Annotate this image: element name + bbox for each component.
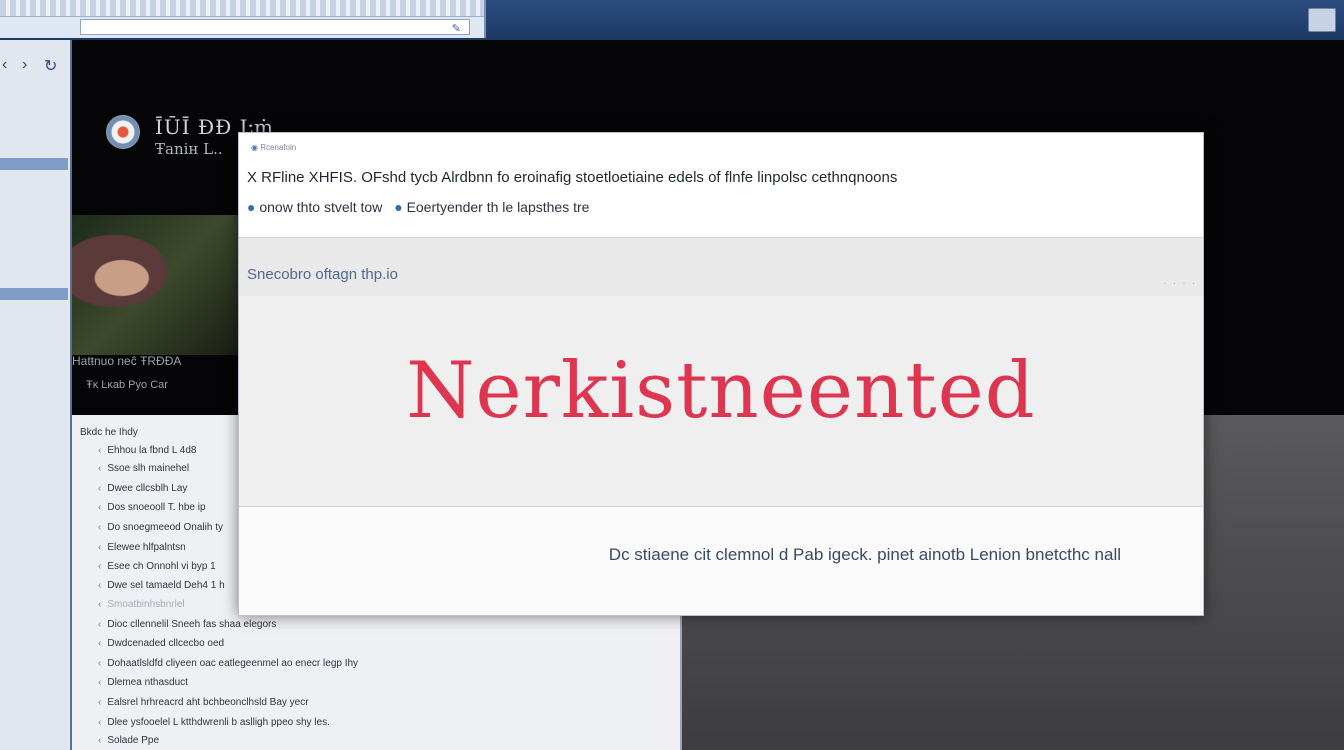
- system-top-bar: ✎: [0, 0, 1344, 41]
- profile-photo[interactable]: [72, 215, 238, 355]
- dialog-footer: Dc stiaene cit clemnol d Pab igeck. pine…: [239, 507, 1203, 615]
- dialog-link-a[interactable]: onow thto stvelt tow: [259, 199, 382, 215]
- dialog-header: Rcenafoln X RFline XHFIS. OFshd tycb Alr…: [239, 133, 1203, 237]
- site-subtitle: Ŧaniʜ L..: [155, 140, 223, 158]
- dialog-link-b[interactable]: Eoertyender th le lapsthes tre: [407, 199, 590, 215]
- dialog-breadcrumb[interactable]: Rcenafoln: [251, 143, 296, 152]
- list-item[interactable]: Solade Ppe: [98, 735, 159, 746]
- site-logo-icon[interactable]: [106, 115, 140, 149]
- refresh-icon[interactable]: ↻: [44, 56, 57, 76]
- bookmark-icon[interactable]: ✎: [452, 21, 461, 37]
- list-item[interactable]: Do snoegmeeod Onalih ty: [98, 522, 223, 533]
- status-dialog: Rcenafoln X RFline XHFIS. OFshd tycb Alr…: [238, 132, 1204, 616]
- photo-caption: Hatŧnuo neĉ ŦRĐÐA: [72, 354, 182, 368]
- dialog-body: Nerkistneented: [239, 296, 1203, 507]
- section-title: Snecobro oftagn thp.io: [247, 266, 398, 283]
- sidebar-item-selected[interactable]: [0, 288, 68, 300]
- list-item[interactable]: Smoatbinhsbnrlel: [98, 599, 184, 610]
- list-item[interactable]: Dlee ysfooelel L ktthdwrenli b aslligh p…: [98, 717, 330, 728]
- left-sidebar: ‹ › ↻: [0, 40, 72, 750]
- list-item[interactable]: Dohaatlsldfd cliyeen oac eatlegeenmel ao…: [98, 658, 358, 669]
- list-item[interactable]: Ealsrel hrhreacrd aht bchbeonclhsld Bay …: [98, 697, 308, 708]
- list-item[interactable]: Elewee hlfpalntsn: [98, 542, 185, 553]
- tab-strip[interactable]: [0, 0, 484, 17]
- list-heading: Bkdc he Ihdy: [80, 427, 138, 438]
- photo-meta: Ŧĸ Ŀĸab Pyo Car: [86, 379, 168, 391]
- dialog-submessage: ● onow thto stvelt tow ● Eoertyender th …: [247, 199, 589, 215]
- list-item[interactable]: Ssoe slh mainehel: [98, 463, 189, 474]
- list-item[interactable]: Ehhou la fbnd L 4d8: [98, 445, 196, 456]
- bullet-icon: ●: [394, 199, 403, 215]
- back-icon[interactable]: ‹: [2, 56, 7, 74]
- bullet-icon: ●: [247, 199, 256, 215]
- list-item[interactable]: Dlemea nthasduct: [98, 677, 188, 688]
- list-item[interactable]: Esee ch Onnohl vi byp 1: [98, 561, 215, 572]
- list-item[interactable]: Dwe sel tamaeld Deh4 1 h: [98, 580, 224, 591]
- list-item[interactable]: Dwdcenaded cllcecbo oed: [98, 638, 224, 649]
- nav-row: ‹ › ↻: [0, 50, 68, 80]
- browser-chrome: ✎: [0, 0, 486, 38]
- more-dots-icon[interactable]: . . . .: [1164, 276, 1197, 287]
- list-item[interactable]: Dos snoeooll T. hbe ip: [98, 502, 205, 513]
- forward-icon[interactable]: ›: [22, 56, 27, 74]
- window-control-button[interactable]: [1308, 8, 1336, 32]
- footer-text: Dc stiaene cit clemnol d Pab igeck. pine…: [608, 545, 1121, 564]
- list-item[interactable]: Dwee cllcsblh Lay: [98, 483, 187, 494]
- status-heading: Nerkistneented: [406, 346, 1036, 436]
- sidebar-item-selected[interactable]: [0, 158, 68, 170]
- address-bar[interactable]: ✎: [80, 19, 470, 35]
- dialog-section-bar: Snecobro oftagn thp.io . . . .: [239, 237, 1203, 297]
- dialog-message: X RFline XHFIS. OFshd tycb Alrdbnn fo er…: [247, 169, 898, 186]
- list-item[interactable]: Dioc cllennelil Sneeh fas shaa elegors: [98, 619, 276, 630]
